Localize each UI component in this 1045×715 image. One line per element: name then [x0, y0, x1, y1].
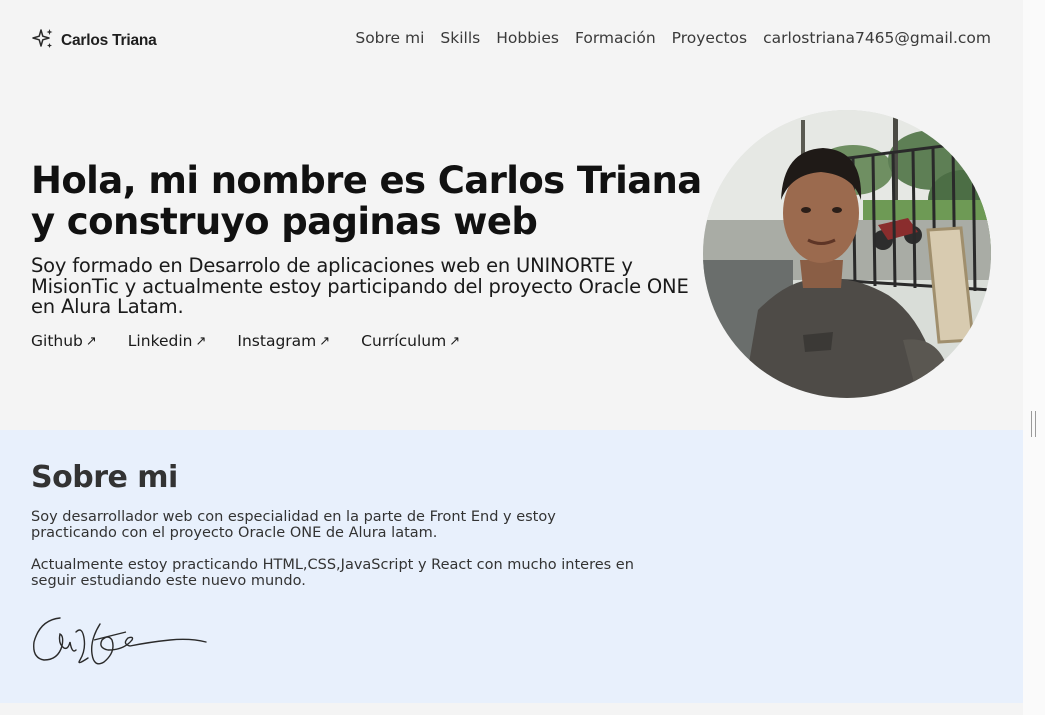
nav-link-sobre-mi[interactable]: Sobre mi	[355, 29, 424, 47]
profile-photo	[703, 110, 991, 398]
about-title: Sobre mi	[31, 460, 178, 495]
scrollbar-grip[interactable]	[1031, 411, 1036, 437]
hero-title: Hola, mi nombre es Carlos Triana y const…	[31, 159, 702, 243]
page: Carlos Triana Sobre mi Skills Hobbies Fo…	[0, 0, 1023, 715]
github-link-label: Github	[31, 332, 83, 350]
curriculum-link-label: Currículum	[361, 332, 447, 350]
about-paragraph-1: Soy desarrollador web con especialidad e…	[31, 509, 556, 541]
social-links: Github ↗ Linkedin ↗ Instagram ↗ Currícul…	[31, 332, 460, 350]
nav-link-email[interactable]: carlostriana7465@gmail.com	[763, 29, 991, 47]
github-link[interactable]: Github ↗	[31, 332, 97, 350]
linkedin-link-label: Linkedin	[127, 332, 193, 350]
instagram-link[interactable]: Instagram ↗	[237, 332, 330, 350]
main-nav: Sobre mi Skills Hobbies Formación Proyec…	[355, 29, 991, 47]
arrow-up-right-icon: ↗	[195, 333, 207, 349]
about-paragraph-2: Actualmente estoy practicando HTML,CSS,J…	[31, 557, 634, 589]
instagram-link-label: Instagram	[237, 332, 317, 350]
brand-name: Carlos Triana	[61, 32, 157, 49]
profile-photo-illustration	[703, 110, 991, 398]
curriculum-link[interactable]: Currículum ↗	[361, 332, 460, 350]
sparkles-icon	[31, 27, 55, 55]
nav-link-hobbies[interactable]: Hobbies	[496, 29, 559, 47]
brand[interactable]: Carlos Triana	[31, 27, 157, 55]
scrollbar[interactable]	[1023, 0, 1045, 715]
about-section: Sobre mi Soy desarrollador web con espec…	[0, 430, 1023, 703]
bottom-strip	[0, 703, 1023, 715]
arrow-up-right-icon: ↗	[85, 333, 97, 349]
nav-link-skills[interactable]: Skills	[440, 29, 480, 47]
signature	[30, 610, 210, 672]
arrow-up-right-icon: ↗	[449, 333, 461, 349]
linkedin-link[interactable]: Linkedin ↗	[128, 332, 207, 350]
hero-subtitle: Soy formado en Desarrolo de aplicaciones…	[31, 254, 689, 318]
arrow-up-right-icon: ↗	[319, 333, 331, 349]
nav-link-formacion[interactable]: Formación	[575, 29, 656, 47]
site-header: Carlos Triana Sobre mi Skills Hobbies Fo…	[0, 0, 1023, 80]
nav-link-proyectos[interactable]: Proyectos	[672, 29, 747, 47]
